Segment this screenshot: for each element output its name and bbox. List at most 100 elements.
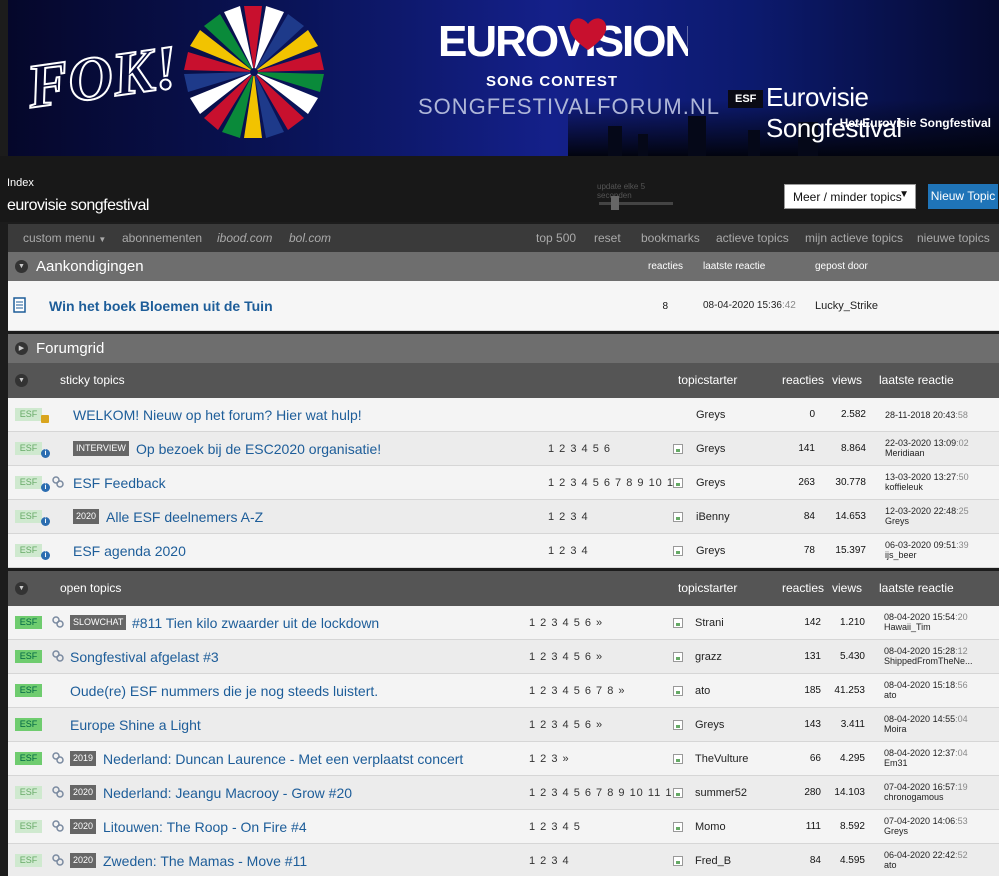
nav-actieve-topics[interactable]: actieve topics [716,231,789,245]
last-page-icon[interactable] [673,856,683,866]
topic-starter[interactable]: ato [695,685,710,697]
topic-count-select[interactable]: Meer / minder topics ▼ [784,184,916,209]
page-links[interactable]: 1 2 3 4 [548,511,589,523]
topic-starter[interactable]: Momo [695,821,726,833]
page-links[interactable]: 1 2 3 4 [529,855,570,867]
last-page-icon[interactable] [673,444,683,454]
page-links[interactable]: 1 2 3 4 5 6 7 8 9 10 11 [548,477,680,489]
link-icon [52,854,64,866]
topic-tag: 2020 [70,853,97,868]
breadcrumb-index[interactable]: Index [7,177,34,189]
svg-text:FOK!: FOK! [22,33,178,122]
collapse-toggle-icon[interactable]: ▼ [15,260,28,273]
topic-title[interactable]: Nederland: Duncan Laurence - Met een ver… [103,751,463,767]
topic-title[interactable]: Europe Shine a Light [70,717,201,733]
topic-title[interactable]: Win het boek Bloemen uit de Tuin [49,298,273,314]
page-links[interactable]: 1 2 3 4 5 6 [548,443,611,455]
page-links[interactable]: 1 2 3 » [529,753,570,765]
topic-title[interactable]: #811 Tien kilo zwaarder uit de lockdown [132,615,379,631]
topic-starter[interactable]: summer52 [695,787,747,799]
last-page-icon[interactable] [673,720,683,730]
collapse-toggle-icon[interactable]: ▼ [15,374,28,387]
nav-bookmarks[interactable]: bookmarks [641,231,700,245]
page-links[interactable]: 1 2 3 4 5 6 » [529,719,603,731]
topic-starter[interactable]: Greys [696,545,725,557]
last-reply: 08-04-2020 15:28:12 ShippedFromTheNe... [884,646,973,666]
topic-row[interactable]: ESF 2020 Litouwen: The Roop - On Fire #4… [8,810,999,844]
topic-tag: 2020 [70,785,97,800]
last-page-icon[interactable] [673,822,683,832]
last-page-icon[interactable] [673,512,683,522]
last-page-icon[interactable] [673,618,683,628]
announcement-row[interactable]: Win het boek Bloemen uit de Tuin 8 08-04… [8,281,999,331]
view-count: 4.295 [839,753,865,764]
topic-starter[interactable]: Greys [695,719,724,731]
topic-starter[interactable]: iBenny [696,511,730,523]
forumgrid-header[interactable]: ▶ Forumgrid [8,334,999,363]
page-links[interactable]: 1 2 3 4 5 6 7 8 » [529,685,626,697]
topic-row[interactable]: ESF i ESF Feedback 1 2 3 4 5 6 7 8 9 10 … [8,466,999,500]
topic-title[interactable]: Oude(re) ESF nummers die je nog steeds l… [70,683,378,699]
topic-starter[interactable]: Greys [696,409,725,421]
forum-badge: ESF [15,650,42,663]
topic-row[interactable]: ESF SLOWCHAT #811 Tien kilo zwaarder uit… [8,606,999,640]
topic-starter[interactable]: Greys [696,477,725,489]
last-reply: 12-03-2020 22:48:25 Greys [885,506,969,526]
topic-title[interactable]: WELKOM! Nieuw op het forum? Hier wat hul… [73,407,362,423]
topic-row[interactable]: ESF Europe Shine a Light 1 2 3 4 5 6 » G… [8,708,999,742]
topic-starter[interactable]: grazz [695,651,722,663]
topic-title[interactable]: Songfestival afgelast #3 [70,649,219,665]
new-topic-button[interactable]: Nieuw Topic [928,184,998,209]
topic-row[interactable]: ESF i 2020 Alle ESF deelnemers A-Z 1 2 3… [8,500,999,534]
topic-row[interactable]: ESF 2019 Nederland: Duncan Laurence - Me… [8,742,999,776]
nav-ibood[interactable]: ibood.com [217,231,272,245]
update-slider[interactable]: update elke 5 seconden [597,182,677,212]
nav-mijn-actieve-topics[interactable]: mijn actieve topics [805,231,903,245]
topic-title[interactable]: Alle ESF deelnemers A-Z [106,509,263,525]
nav-nieuwe-topics[interactable]: nieuwe topics [917,231,990,245]
topic-row[interactable]: ESF i INTERVIEW Op bezoek bij de ESC2020… [8,432,999,466]
topic-row[interactable]: ESF 2020 Nederland: Jeangu Macrooy - Gro… [8,776,999,810]
topic-row[interactable]: ESF i ESF agenda 2020 1 2 3 4 Greys 78 1… [8,534,999,568]
page: FOK! EUROVISION SONG CONTEST SONGFESTIVA… [0,0,999,876]
page-links[interactable]: 1 2 3 4 5 [529,821,581,833]
topic-title[interactable]: Nederland: Jeangu Macrooy - Grow #20 [103,785,352,801]
posted-by[interactable]: Lucky_Strike [815,300,878,312]
topic-starter[interactable]: TheVulture [695,753,748,765]
last-page-icon[interactable] [673,686,683,696]
forum-banner[interactable]: FOK! EUROVISION SONG CONTEST SONGFESTIVA… [8,0,999,156]
topic-title[interactable]: ESF Feedback [73,475,166,491]
last-page-icon[interactable] [673,788,683,798]
topic-row[interactable]: ESF Songfestival afgelast #3 1 2 3 4 5 6… [8,640,999,674]
page-links[interactable]: 1 2 3 4 5 6 » [529,617,603,629]
nav-top500[interactable]: top 500 [536,231,576,245]
topic-row[interactable]: ESF Oude(re) ESF nummers die je nog stee… [8,674,999,708]
page-links[interactable]: 1 2 3 4 5 6 7 8 9 10 11 12 [529,787,680,799]
nav-bar: custom menu ▼ abonnementen ibood.com bol… [8,224,999,252]
topic-starter[interactable]: Fred_B [695,855,731,867]
expand-toggle-icon[interactable]: ▶ [15,342,28,355]
collapse-toggle-icon[interactable]: ▼ [15,582,28,595]
topic-row[interactable]: ESF WELKOM! Nieuw op het forum? Hier wat… [8,398,999,432]
topic-title[interactable]: Litouwen: The Roop - On Fire #4 [103,819,307,835]
breadcrumb-forum[interactable]: eurovisie songfestival [7,197,149,215]
nav-reset[interactable]: reset [594,231,621,245]
page-links[interactable]: 1 2 3 4 [548,545,589,557]
last-page-icon[interactable] [673,652,683,662]
last-page-icon[interactable] [673,478,683,488]
page-links[interactable]: 1 2 3 4 5 6 » [529,651,603,663]
nav-bol[interactable]: bol.com [289,231,331,245]
nav-custom-menu[interactable]: custom menu ▼ [23,231,106,245]
topic-starter[interactable]: Strani [695,617,724,629]
topic-tag: SLOWCHAT [70,615,127,630]
fok-logo[interactable]: FOK! [18,22,178,122]
nav-abonnementen[interactable]: abonnementen [122,231,202,245]
topic-row[interactable]: ESF 2020 Zweden: The Mamas - Move #11 1 … [8,844,999,876]
topic-title[interactable]: Op bezoek bij de ESC2020 organisatie! [136,441,381,457]
last-page-icon[interactable] [673,754,683,764]
topic-title[interactable]: ESF agenda 2020 [73,543,186,559]
slider-thumb[interactable] [611,196,619,210]
last-page-icon[interactable] [673,546,683,556]
topic-starter[interactable]: Greys [696,443,725,455]
topic-title[interactable]: Zweden: The Mamas - Move #11 [103,853,307,869]
